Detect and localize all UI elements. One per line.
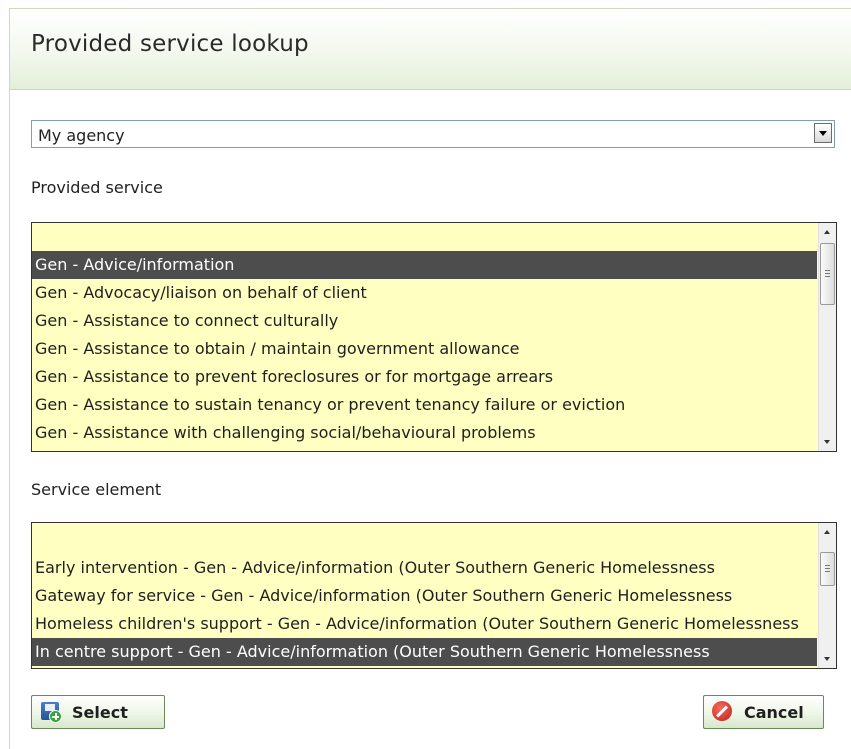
service-element-label: Service element bbox=[31, 480, 162, 499]
provided-service-scrollbar[interactable] bbox=[818, 223, 836, 451]
service-element-scrollbar[interactable] bbox=[818, 523, 836, 668]
scroll-up-icon[interactable] bbox=[819, 223, 836, 240]
dialog-header: Provided service lookup bbox=[10, 8, 851, 90]
agency-select[interactable]: My agency bbox=[31, 120, 835, 148]
select-button-label: Select bbox=[72, 702, 128, 722]
list-item[interactable]: Early intervention - Gen - Advice/inform… bbox=[32, 554, 817, 582]
save-add-icon bbox=[40, 701, 62, 723]
list-item[interactable]: In centre support - Gen - Advice/informa… bbox=[32, 638, 817, 666]
scroll-up-icon[interactable] bbox=[819, 523, 836, 540]
scroll-down-icon[interactable] bbox=[819, 434, 836, 451]
list-item[interactable]: Homeless children's support - Gen - Advi… bbox=[32, 610, 817, 638]
list-item[interactable]: Gen - Assistance to prevent foreclosures… bbox=[32, 363, 817, 391]
cancel-button[interactable]: Cancel bbox=[703, 695, 824, 729]
provided-service-lookup-dialog: Provided service lookup My agency Provid… bbox=[9, 8, 851, 749]
scroll-down-icon[interactable] bbox=[819, 651, 836, 668]
list-item[interactable] bbox=[32, 223, 817, 251]
scroll-thumb[interactable] bbox=[820, 552, 835, 586]
dialog-title: Provided service lookup bbox=[31, 31, 309, 57]
list-item[interactable]: Gen - Assistance to sustain tenancy or p… bbox=[32, 391, 817, 419]
service-element-items: Early intervention - Gen - Advice/inform… bbox=[32, 526, 817, 666]
provided-service-label: Provided service bbox=[31, 178, 163, 197]
select-button[interactable]: Select bbox=[31, 695, 165, 729]
chevron-down-icon[interactable] bbox=[814, 123, 832, 143]
list-item[interactable]: Gen - Assistance to obtain / maintain go… bbox=[32, 335, 817, 363]
list-item[interactable]: Gen - Advice/information bbox=[32, 251, 817, 279]
list-item[interactable] bbox=[32, 526, 817, 554]
list-item[interactable]: Gateway for service - Gen - Advice/infor… bbox=[32, 582, 817, 610]
provided-service-listbox[interactable]: Gen - Advice/information Gen - Advocacy/l… bbox=[31, 222, 837, 452]
scroll-thumb[interactable] bbox=[820, 243, 835, 305]
provided-service-items: Gen - Advice/information Gen - Advocacy/l… bbox=[32, 223, 817, 447]
cancel-icon bbox=[712, 701, 734, 723]
list-item[interactable]: Gen - Assistance with challenging social… bbox=[32, 419, 817, 447]
list-item[interactable]: Gen - Advocacy/liaison on behalf of clie… bbox=[32, 279, 817, 307]
service-element-listbox[interactable]: Early intervention - Gen - Advice/inform… bbox=[31, 522, 837, 669]
cancel-button-label: Cancel bbox=[744, 702, 804, 722]
list-item[interactable]: Gen - Assistance to connect culturally bbox=[32, 307, 817, 335]
agency-select-value: My agency bbox=[38, 126, 125, 145]
